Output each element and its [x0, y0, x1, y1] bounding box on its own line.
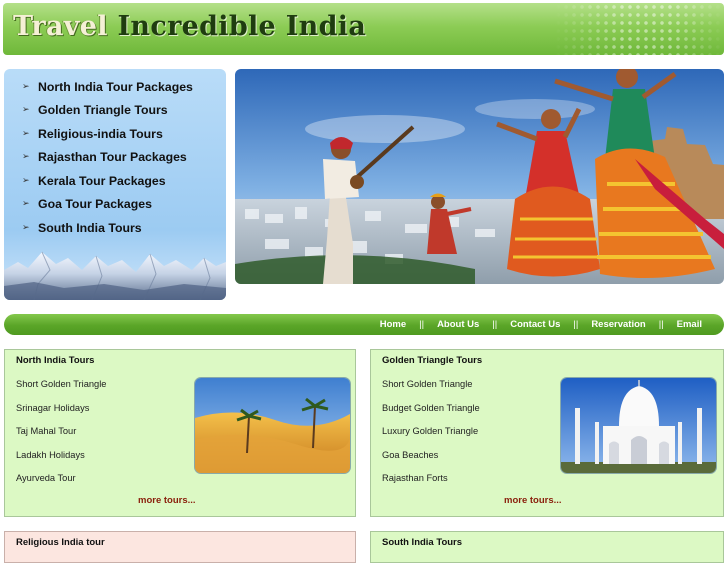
box-title: South India Tours	[382, 537, 463, 548]
site-title-incredible-india: Incredible India	[117, 11, 367, 42]
arrow-bullet-icon: ➢	[22, 199, 30, 210]
tour-packages-menu: ➢ North India Tour Packages ➢ Golden Trian…	[4, 69, 226, 300]
menu-item-golden-triangle[interactable]: ➢ Golden Triangle Tours	[4, 99, 226, 123]
box-title: Religious India tour	[16, 537, 105, 548]
nav-separator: ||	[419, 319, 425, 330]
arrow-bullet-icon: ➢	[22, 81, 30, 92]
nav-separator: ||	[658, 319, 664, 330]
north-india-tours-box: North India Tours Short Golden Triangle …	[4, 349, 356, 517]
tour-link[interactable]: Ayurveda Tour	[16, 467, 106, 491]
religious-india-tour-box: Religious India tour	[4, 531, 356, 563]
more-tours-link[interactable]: more tours...	[138, 495, 196, 506]
nav-contact-us-link[interactable]: Contact Us	[510, 319, 560, 330]
tour-link[interactable]: Luxury Golden Triangle	[382, 420, 480, 444]
tour-link[interactable]: Taj Mahal Tour	[16, 420, 106, 444]
arrow-bullet-icon: ➢	[22, 222, 30, 233]
menu-item-goa[interactable]: ➢ Goa Tour Packages	[4, 193, 226, 217]
menu-item-kerala[interactable]: ➢ Kerala Tour Packages	[4, 169, 226, 193]
nav-separator: ||	[492, 319, 498, 330]
tour-link[interactable]: Budget Golden Triangle	[382, 397, 480, 421]
tour-link[interactable]: Short Golden Triangle	[382, 373, 480, 397]
box-title: North India Tours	[16, 355, 95, 366]
tour-link[interactable]: Srinagar Holidays	[16, 397, 106, 421]
menu-item-north-india[interactable]: ➢ North India Tour Packages	[4, 75, 226, 99]
tour-link[interactable]: Ladakh Holidays	[16, 444, 106, 468]
arrow-bullet-icon: ➢	[22, 128, 30, 139]
arrow-bullet-icon: ➢	[22, 152, 30, 163]
tour-link[interactable]: Rajasthan Forts	[382, 467, 480, 491]
more-tours-link[interactable]: more tours...	[504, 495, 562, 506]
desert-palms-image	[194, 377, 351, 474]
taj-mahal-image	[560, 377, 717, 474]
site-title-travel: Travel	[13, 11, 108, 42]
menu-item-religious-india[interactable]: ➢ Religious-india Tours	[4, 122, 226, 146]
golden-triangle-tours-box: Golden Triangle Tours Short Golden Trian…	[370, 349, 724, 517]
nav-email-link[interactable]: Email	[677, 319, 702, 330]
arrow-bullet-icon: ➢	[22, 175, 30, 186]
arrow-bullet-icon: ➢	[22, 105, 30, 116]
nav-home-link[interactable]: Home	[380, 319, 406, 330]
hero-dancers-image	[235, 69, 724, 284]
south-india-tours-box: South India Tours	[370, 531, 724, 563]
menu-item-rajasthan[interactable]: ➢ Rajasthan Tour Packages	[4, 146, 226, 170]
site-header: Travel Incredible India	[3, 3, 724, 55]
mountain-range-image	[4, 251, 226, 300]
box-title: Golden Triangle Tours	[382, 355, 483, 366]
site-title[interactable]: Travel Incredible India	[13, 11, 366, 42]
header-dot-pattern	[554, 3, 724, 55]
menu-item-south-india[interactable]: ➢ South India Tours	[4, 216, 226, 240]
tour-link[interactable]: Short Golden Triangle	[16, 373, 106, 397]
nav-separator: ||	[573, 319, 579, 330]
nav-about-us-link[interactable]: About Us	[437, 319, 479, 330]
main-navigation-bar: Home || About Us || Contact Us || Reserv…	[4, 314, 724, 335]
tour-link[interactable]: Goa Beaches	[382, 444, 480, 468]
nav-reservation-link[interactable]: Reservation	[591, 319, 645, 330]
